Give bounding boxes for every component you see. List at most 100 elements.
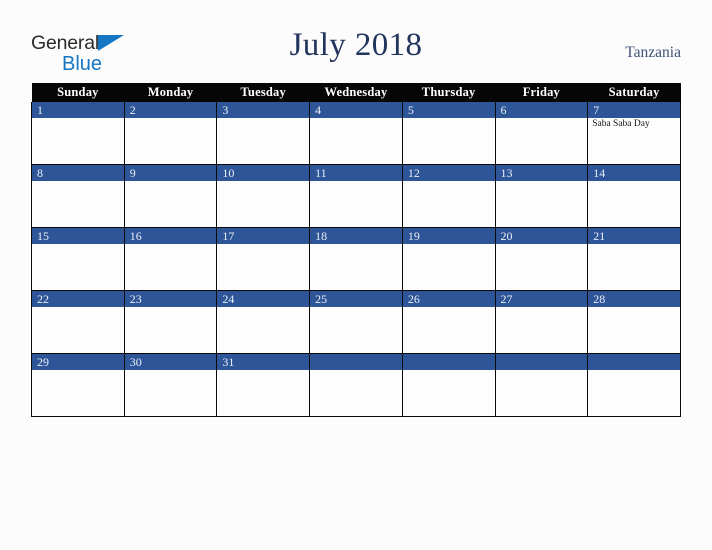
calendar-day-cell[interactable]: 22 [31, 290, 125, 354]
calendar-day-cell[interactable]: 5 [401, 102, 496, 165]
calendar-day-cell[interactable]: 12 [401, 164, 496, 228]
weekday-header-sunday: Sunday [31, 83, 125, 102]
day-events: Saba Saba Day [588, 118, 680, 130]
monthly-calendar-grid: Sunday Monday Tuesday Wednesday Thursday Frid… [31, 83, 681, 417]
calendar-day-cell[interactable]: 24 [216, 290, 311, 354]
day-number: 28 [588, 291, 680, 307]
calendar-day-cell[interactable]: 23 [123, 290, 218, 354]
day-number: 7 [588, 102, 680, 118]
calendar-day-cell[interactable]: 29 [31, 353, 125, 417]
day-number: 31 [217, 354, 310, 370]
day-number: 8 [32, 165, 124, 181]
weekday-header-wednesday: Wednesday [309, 83, 403, 102]
day-number: 22 [32, 291, 124, 307]
calendar-day-cell[interactable]: 4 [309, 102, 403, 165]
day-number: 24 [217, 291, 310, 307]
calendar-day-cell[interactable]: 1 [31, 102, 125, 165]
calendar-day-cell[interactable]: 7 Saba Saba Day [587, 102, 681, 165]
day-number: 21 [588, 228, 680, 244]
calendar-header-row: Sunday Monday Tuesday Wednesday Thursday Frid… [31, 83, 681, 102]
day-number: 30 [124, 354, 217, 370]
day-events [125, 181, 217, 182]
day-events [310, 118, 402, 119]
day-events [403, 307, 495, 308]
calendar-day-cell[interactable]: 31 [216, 353, 311, 417]
day-number: 6 [495, 102, 588, 118]
day-events [496, 370, 588, 371]
day-events [217, 118, 309, 119]
page-header: General Blue July 2018 Tanzania [0, 0, 712, 78]
calendar-day-cell[interactable]: 30 [123, 353, 218, 417]
day-events [588, 244, 680, 245]
day-number: 16 [124, 228, 217, 244]
calendar-day-cell[interactable]: 14 [587, 164, 681, 228]
weekday-header-thursday: Thursday [402, 83, 496, 102]
day-events [217, 370, 309, 371]
calendar-day-cell[interactable]: 13 [494, 164, 589, 228]
day-number: 3 [217, 102, 310, 118]
calendar-body: 1 2 3 4 5 6 7 Saba Saba Day 8 9 10 11 12 13 14 15 16 17 18… [31, 102, 681, 417]
day-events [588, 181, 680, 182]
day-number [402, 354, 495, 370]
day-events [403, 370, 495, 371]
day-number: 29 [32, 354, 124, 370]
day-number [588, 354, 680, 370]
day-number: 23 [124, 291, 217, 307]
calendar-day-cell[interactable]: 27 [494, 290, 589, 354]
calendar-day-cell[interactable]: 8 [31, 164, 125, 228]
calendar-week-row: 29 30 31 [31, 353, 681, 417]
day-events [310, 244, 402, 245]
day-events [125, 118, 217, 119]
calendar-day-cell[interactable]: 9 [123, 164, 218, 228]
weekday-header-friday: Friday [495, 83, 588, 102]
calendar-day-cell[interactable]: 25 [309, 290, 403, 354]
day-events [125, 307, 217, 308]
calendar-empty-cell[interactable] [494, 353, 589, 417]
day-number: 14 [588, 165, 680, 181]
day-events [32, 370, 124, 371]
region-label: Tanzania [625, 44, 681, 61]
calendar-day-cell[interactable]: 3 [216, 102, 311, 165]
day-number: 4 [310, 102, 402, 118]
calendar-day-cell[interactable]: 19 [401, 227, 496, 291]
day-events [125, 244, 217, 245]
calendar-day-cell[interactable]: 16 [123, 227, 218, 291]
day-events [32, 181, 124, 182]
day-events [217, 244, 309, 245]
calendar-day-cell[interactable]: 2 [123, 102, 218, 165]
weekday-header-tuesday: Tuesday [216, 83, 310, 102]
calendar-day-cell[interactable]: 18 [309, 227, 403, 291]
day-events [588, 370, 680, 371]
calendar-week-row: 22 23 24 25 26 27 28 [31, 290, 681, 354]
day-events [496, 307, 588, 308]
calendar-day-cell[interactable]: 15 [31, 227, 125, 291]
calendar-day-cell[interactable]: 28 [587, 290, 681, 354]
calendar-empty-cell[interactable] [401, 353, 496, 417]
day-events [403, 181, 495, 182]
calendar-week-row: 8 9 10 11 12 13 14 [31, 164, 681, 228]
calendar-empty-cell[interactable] [309, 353, 403, 417]
day-events [125, 370, 217, 371]
day-number: 9 [124, 165, 217, 181]
calendar-day-cell[interactable]: 26 [401, 290, 496, 354]
day-events [217, 181, 309, 182]
calendar-day-cell[interactable]: 10 [216, 164, 311, 228]
day-number: 15 [32, 228, 124, 244]
calendar-day-cell[interactable]: 11 [309, 164, 403, 228]
weekday-header-monday: Monday [124, 83, 217, 102]
day-events [217, 307, 309, 308]
day-number [310, 354, 402, 370]
calendar-day-cell[interactable]: 17 [216, 227, 311, 291]
day-events [310, 307, 402, 308]
calendar-day-cell[interactable]: 6 [494, 102, 589, 165]
day-number: 17 [217, 228, 310, 244]
day-number: 11 [310, 165, 402, 181]
day-number: 19 [402, 228, 495, 244]
calendar-day-cell[interactable]: 20 [494, 227, 589, 291]
calendar-empty-cell[interactable] [587, 353, 681, 417]
day-events [32, 118, 124, 119]
day-events [32, 307, 124, 308]
day-events [403, 118, 495, 119]
calendar-day-cell[interactable]: 21 [587, 227, 681, 291]
calendar-week-row: 15 16 17 18 19 20 21 [31, 227, 681, 291]
